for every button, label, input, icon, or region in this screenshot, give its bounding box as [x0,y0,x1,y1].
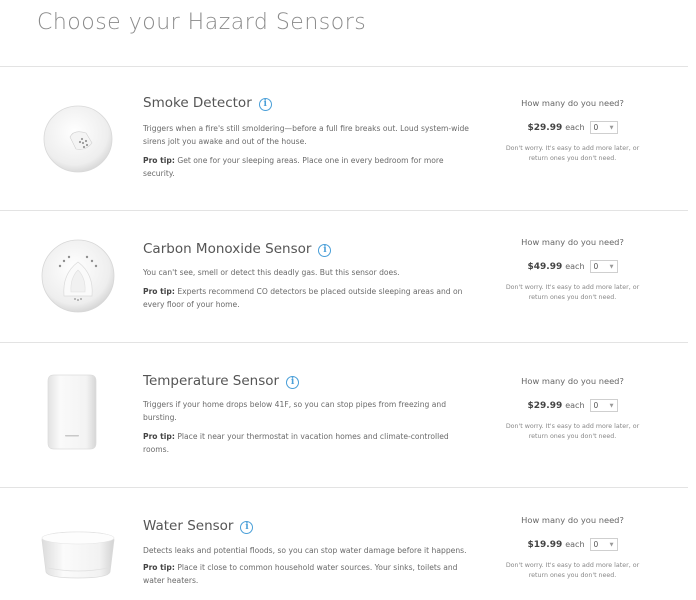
product-description: Detects leaks and potential floods, so y… [143,546,467,555]
info-circle-icon[interactable]: i [286,376,300,389]
divider [0,66,688,67]
quantity-value: 0 [593,123,599,132]
product-description: You can't see, smell or detect this dead… [143,268,400,277]
pro-tip-label: Pro tip: [143,156,175,165]
quantity-question: How many do you need? [521,515,624,525]
pro-tip-text: Experts recommend CO detectors be placed… [143,287,463,309]
return-note: Don't worry. It's easy to add more later… [505,423,640,440]
price: $19.99 [527,539,563,550]
pro-tip-text: Get one for your sleeping areas. Place o… [143,156,444,178]
quantity-panel: How many do you need? $19.99 each 0 ▼ Don… [500,515,645,581]
product-name: Carbon Monoxide Sensor i [143,241,332,257]
product-name-text: Water Sensor [143,518,234,534]
quantity-select[interactable]: 0 ▼ [589,399,618,412]
quantity-select[interactable]: 0 ▼ [589,538,618,551]
price-row: $19.99 each 0 ▼ [500,538,645,551]
product-name-text: Temperature Sensor [143,373,280,389]
price: $29.99 [527,122,563,133]
temperature-sensor-image [47,374,97,450]
price-unit: each [565,540,585,549]
quantity-select[interactable]: 0 ▼ [589,260,618,273]
divider [0,487,688,488]
return-note: Don't worry. It's easy to add more later… [505,145,640,162]
pro-tip-text: Place it close to common household water… [143,563,458,585]
product-name: Smoke Detector i [143,95,272,111]
quantity-select[interactable]: 0 ▼ [589,121,618,134]
return-note: Don't worry. It's easy to add more later… [505,562,640,579]
quantity-panel: How many do you need? $29.99 each 0 ▼ Don… [500,376,645,442]
pro-tip: Pro tip: Place it close to common househ… [143,561,473,587]
product-water-sensor: Water Sensor i Detects leaks and potentia… [0,515,696,600]
price: $29.99 [527,400,563,411]
quantity-panel: How many do you need? $29.99 each 0 ▼ Don… [500,98,645,164]
pro-tip: Pro tip: Experts recommend CO detectors … [143,285,473,311]
product-name: Water Sensor i [143,518,254,534]
product-name: Temperature Sensor i [143,373,300,389]
info-circle-icon[interactable]: i [318,244,332,257]
smoke-detector-image [43,105,113,173]
quantity-panel: How many do you need? $49.99 each 0 ▼ Don… [500,237,645,303]
quantity-value: 0 [593,262,599,271]
quantity-question: How many do you need? [521,237,624,247]
quantity-value: 0 [593,540,599,549]
product-description: Triggers when a fire's still smoldering—… [143,124,469,146]
water-sensor-image [41,531,115,579]
price-unit: each [565,401,585,410]
pro-tip-text: Place it near your thermostat in vacatio… [143,432,449,454]
divider [0,342,688,343]
price-unit: each [565,262,585,271]
chevron-down-icon: ▼ [609,263,614,270]
pro-tip-label: Pro tip: [143,287,175,296]
divider [0,210,688,211]
page-title: Choose your Hazard Sensors [37,10,367,35]
product-description: Triggers if your home drops below 41F, s… [143,400,447,422]
info-circle-icon[interactable]: i [258,98,272,111]
pro-tip: Pro tip: Get one for your sleeping areas… [143,154,473,180]
price-row: $29.99 each 0 ▼ [500,121,645,134]
info-circle-icon[interactable]: i [240,521,254,534]
chevron-down-icon: ▼ [609,402,614,409]
quantity-question: How many do you need? [521,376,624,386]
pro-tip-label: Pro tip: [143,563,175,572]
chevron-down-icon: ▼ [609,124,614,131]
pro-tip: Pro tip: Place it near your thermostat i… [143,430,473,456]
price-row: $49.99 each 0 ▼ [500,260,645,273]
chevron-down-icon: ▼ [609,541,614,548]
price-unit: each [565,123,585,132]
price: $49.99 [527,261,563,272]
product-temperature-sensor: Temperature Sensor i Triggers if your hom… [0,373,696,483]
price-row: $29.99 each 0 ▼ [500,399,645,412]
return-note: Don't worry. It's easy to add more later… [505,284,640,301]
carbon-monoxide-sensor-image [41,239,115,313]
quantity-value: 0 [593,401,599,410]
product-carbon-monoxide-sensor: Carbon Monoxide Sensor i You can't see, s… [0,237,696,341]
pro-tip-label: Pro tip: [143,432,175,441]
product-name-text: Smoke Detector [143,95,252,111]
product-smoke-detector: Smoke Detector i Triggers when a fire's s… [0,95,696,210]
quantity-question: How many do you need? [521,98,624,108]
product-name-text: Carbon Monoxide Sensor [143,241,312,257]
